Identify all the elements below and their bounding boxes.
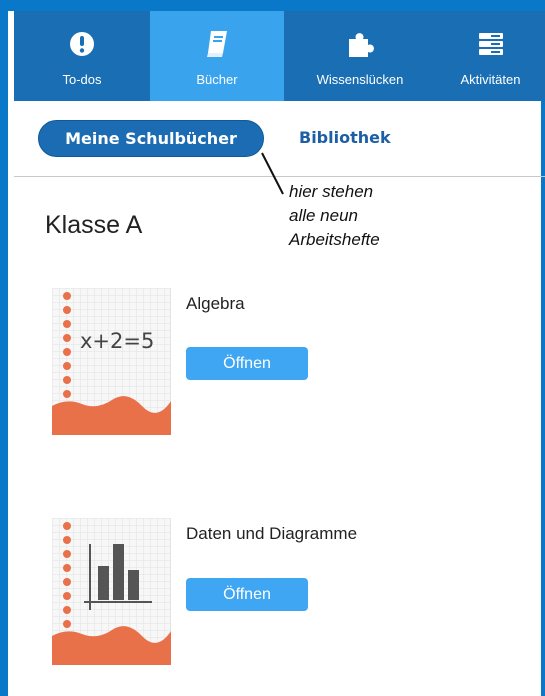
- nav-label: To-dos: [62, 72, 102, 87]
- nav-item-todos[interactable]: To-dos: [14, 11, 150, 101]
- book-cover-algebra[interactable]: x+2=5: [52, 288, 171, 435]
- nav-label: Wissenslücken: [316, 72, 404, 87]
- open-button[interactable]: Öffnen: [186, 347, 308, 380]
- book-title: Algebra: [186, 294, 245, 313]
- tab-bibliothek[interactable]: Bibliothek: [299, 128, 391, 147]
- nav-label: Bücher: [196, 72, 238, 87]
- open-button[interactable]: Öffnen: [186, 578, 308, 611]
- window-frame-left: [0, 0, 8, 696]
- book-icon: [204, 29, 230, 59]
- cover-text: x+2=5: [80, 329, 154, 353]
- annotation-note: hier stehen alle neun Arbeitshefte: [289, 182, 380, 249]
- list-icon: [477, 29, 505, 59]
- book-cover-daten[interactable]: [52, 518, 171, 665]
- class-title: Klasse A: [45, 211, 143, 239]
- nav-item-buecher[interactable]: Bücher: [150, 11, 284, 101]
- puzzle-icon: [346, 29, 374, 59]
- nav-label: Aktivitäten: [460, 72, 521, 87]
- main-nav: To-dos Bücher Wissenslücken Aktivitäten: [14, 11, 545, 101]
- nav-item-aktivitaeten[interactable]: Aktivitäten: [436, 11, 545, 101]
- book-title: Daten und Diagramme: [186, 524, 358, 543]
- exclamation-icon: [69, 29, 95, 59]
- nav-item-wissensluecken[interactable]: Wissenslücken: [284, 11, 436, 101]
- window-frame-top: [0, 0, 545, 11]
- tab-meine-schulbuecher[interactable]: Meine Schulbücher: [38, 120, 264, 157]
